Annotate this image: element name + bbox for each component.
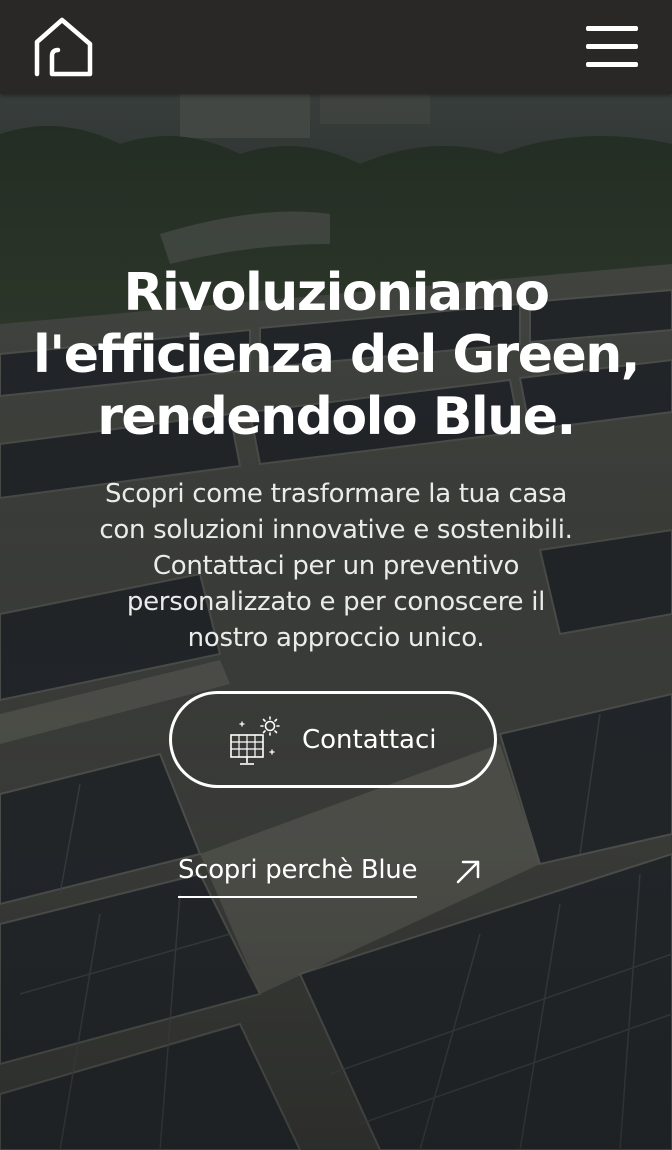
why-blue-link-label: Scopri perchè Blue	[178, 852, 417, 898]
hero-title-line: l'efficienza del Green,	[32, 325, 641, 385]
hero-subtitle-line: Contattaci per un preventivo	[152, 551, 520, 581]
arrow-up-right-icon	[456, 860, 480, 884]
hamburger-menu-button[interactable]	[584, 24, 640, 70]
top-navigation-bar	[0, 0, 672, 94]
page: Rivoluzioniamo l'efficienza del Green, r…	[0, 0, 672, 1150]
hero-title: Rivoluzioniamo l'efficienza del Green, r…	[20, 262, 652, 448]
contact-button-label: Contattaci	[302, 725, 437, 755]
why-blue-link[interactable]: Scopri perchè Blue	[178, 852, 480, 900]
hero-subtitle-line: con soluzioni innovative e sostenibili.	[99, 515, 573, 545]
hero-title-line: rendendolo Blue.	[97, 387, 576, 447]
contact-button[interactable]: Contattaci	[169, 691, 497, 788]
house-outline-icon	[34, 17, 93, 77]
home-logo-link[interactable]	[32, 16, 96, 80]
solar-panel-sun-icon	[230, 716, 280, 765]
hero-title-line: Rivoluzioniamo	[123, 263, 551, 323]
hero-subtitle-line: nostro approccio unico.	[187, 623, 485, 653]
hero-subtitle: Scopri come trasformare la tua casa con …	[40, 476, 632, 656]
hero-subtitle-line: Scopri come trasformare la tua casa	[105, 479, 567, 509]
hamburger-menu-icon	[586, 26, 638, 67]
hero-subtitle-line: personalizzato e per conoscere il	[126, 587, 546, 617]
